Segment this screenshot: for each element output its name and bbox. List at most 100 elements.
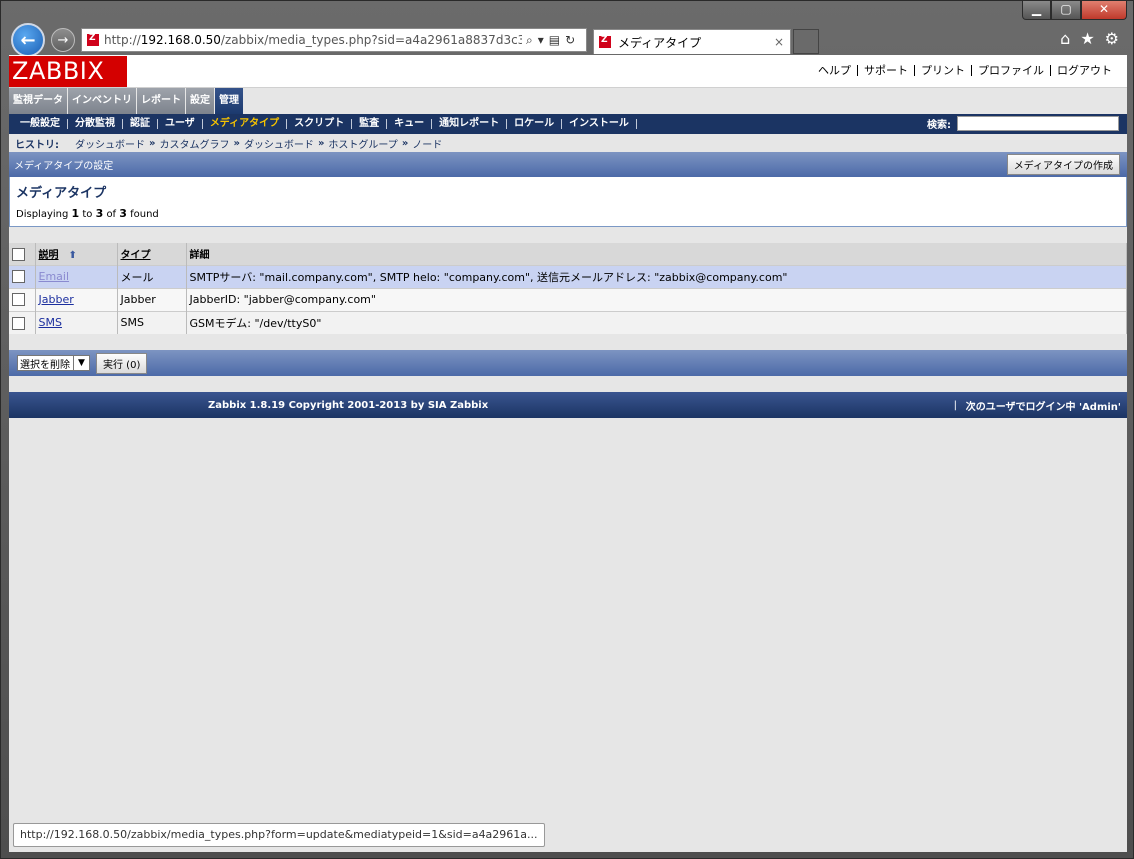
media-type-link[interactable]: Email [39,270,70,283]
page-viewport: ZABBIX ヘルプ サポート プリント プロファイル ログアウト 監視データ … [9,55,1127,852]
main-menu-reports[interactable]: レポート [137,88,185,114]
history-item[interactable]: ダッシュボード [75,136,145,151]
sub-menu-media-types[interactable]: メディアタイプ [203,119,288,129]
section-title: メディアタイプの設定 [14,161,114,172]
sub-menu-audit[interactable]: 監査 [352,119,388,129]
sub-menu-users[interactable]: ユーザ [158,119,203,129]
copyright-text: Zabbix 1.8.19 Copyright 2001-2013 by SIA… [208,399,489,411]
maximize-button[interactable]: ▢ [1051,1,1081,20]
search-icon[interactable]: ⌕ [526,33,533,48]
tab-close-icon[interactable]: × [774,35,784,49]
bulk-action-select[interactable]: 選択を削除 ▼ [17,355,90,371]
select-all-checkbox[interactable] [12,247,25,261]
back-button[interactable]: ← [11,23,45,57]
row-checkbox-cell [9,287,36,311]
desc-header[interactable]: 説明 ⬆ [35,243,118,265]
main-menu: 監視データ インベントリ レポート 設定 管理 [9,88,1127,114]
media-type-link[interactable]: Jabber [39,293,74,306]
count-prefix: Displaying [16,209,69,220]
row-checkbox[interactable] [12,270,25,284]
count-to-word: to [82,209,93,220]
address-path: /zabbix/media_types.php?sid=a4a2961a8837… [220,33,522,47]
search-area: 検索: [927,116,1119,131]
minimize-button[interactable]: ▁ [1022,1,1051,20]
type-header-label[interactable]: タイプ [121,250,151,261]
sub-menu-locales[interactable]: ロケール [507,119,563,129]
sub-menu: 一般設定 分散監視 認証 ユーザ メディアタイプ スクリプト 監査 キュー 通知… [9,114,1127,134]
help-link[interactable]: ヘルプ [812,65,857,76]
close-window-button[interactable]: ✕ [1081,1,1127,20]
logged-in-user: 次のユーザでログイン中 'Admin' [965,401,1121,413]
dropdown-icon[interactable]: ▾ [538,33,544,48]
sub-menu-dm[interactable]: 分散監視 [68,119,123,129]
zabbix-logo[interactable]: ZABBIX [9,56,127,87]
media-types-table: 説明 ⬆ タイプ 詳細 Email メール SMTPサーバ: "mail.comp… [9,243,1127,334]
sub-menu-authentication[interactable]: 認証 [123,119,158,129]
type-cell: メール [117,264,187,288]
footer-separator: | [953,399,957,411]
info-box: メディアタイプ Displaying 1 to 3 of 3 found [9,177,1127,227]
tab-favicon-icon [599,35,611,48]
select-all-header [9,243,36,265]
count-from: 1 [71,207,80,220]
row-checkbox-cell [9,310,36,334]
history-label: ヒストリ: [15,139,59,151]
record-count: Displaying 1 to 3 of 3 found [16,207,159,220]
row-checkbox[interactable] [12,316,25,330]
count-to: 3 [95,207,104,220]
sub-menu-notifications[interactable]: 通知レポート [432,119,508,129]
gear-icon[interactable]: ⚙ [1105,29,1119,48]
history-item[interactable]: ダッシュボード [244,136,314,151]
zabbix-favicon-icon [87,33,99,46]
history-separator: » [401,137,409,149]
section-titlebar: メディアタイプの設定 メディアタイプの作成 [9,152,1127,177]
history-separator: » [233,137,240,149]
address-bar[interactable]: http://192.168.0.50/zabbix/media_types.p… [81,28,587,52]
main-menu-inventory[interactable]: インベントリ [68,88,136,114]
print-link[interactable]: プリント [914,65,971,76]
history-item[interactable]: ホストグループ [328,136,397,151]
sub-menu-general[interactable]: 一般設定 [13,119,68,129]
media-type-link[interactable]: SMS [39,316,62,329]
row-checkbox[interactable] [12,293,25,307]
refresh-icon[interactable]: ↻ [565,33,575,48]
forward-button[interactable]: → [51,28,75,52]
tab-title: メディアタイプ [618,35,702,50]
main-menu-administration[interactable]: 管理 [215,88,243,114]
chevron-down-icon[interactable]: ▼ [73,356,89,370]
sub-menu-queue[interactable]: キュー [387,119,433,129]
main-menu-monitoring[interactable]: 監視データ [9,88,67,114]
new-tab-button[interactable] [793,29,819,54]
compat-icon[interactable]: ▤ [549,33,560,48]
row-checkbox-cell [9,264,36,288]
create-media-type-button[interactable]: メディアタイプの作成 [1006,154,1120,175]
desc-cell: SMS [35,310,118,334]
profile-link[interactable]: プロファイル [971,65,1050,76]
search-input[interactable] [957,116,1119,131]
bulk-action-value: 選択を削除 [20,359,70,371]
count-of-word: of [106,209,117,220]
history-separator: » [317,137,325,149]
browser-tab[interactable]: メディアタイプ × [593,29,791,54]
main-menu-configuration[interactable]: 設定 [186,88,214,114]
history-item[interactable]: ノード [412,136,442,151]
page-footer: Zabbix 1.8.19 Copyright 2001-2013 by SIA… [9,392,1127,418]
header-links: ヘルプ サポート プリント プロファイル ログアウト [812,65,1118,76]
history-item[interactable]: カスタムグラフ [159,136,229,151]
execute-button[interactable]: 実行 (0) [96,352,148,374]
logout-link[interactable]: ログアウト [1050,65,1118,76]
count-found-word: found [130,209,159,220]
address-text[interactable]: http://192.168.0.50/zabbix/media_types.p… [104,33,522,47]
details-header: 詳細 [186,243,1127,265]
history-bar: ヒストリ: ダッシュボード » カスタムグラフ » ダッシュボード » ホストグ… [9,134,1127,152]
support-link[interactable]: サポート [857,65,914,76]
type-header[interactable]: タイプ [117,243,187,265]
desc-header-label[interactable]: 説明 [39,250,59,261]
type-cell: Jabber [117,287,187,311]
page-header: ZABBIX ヘルプ サポート プリント プロファイル ログアウト [9,55,1127,88]
home-icon[interactable]: ⌂ [1060,29,1070,48]
sub-menu-installation[interactable]: インストール [562,119,637,129]
star-icon[interactable]: ★ [1080,29,1094,48]
sub-menu-scripts[interactable]: スクリプト [287,119,353,129]
table-row: Jabber Jabber JabberID: "jabber@company.… [9,287,1127,311]
